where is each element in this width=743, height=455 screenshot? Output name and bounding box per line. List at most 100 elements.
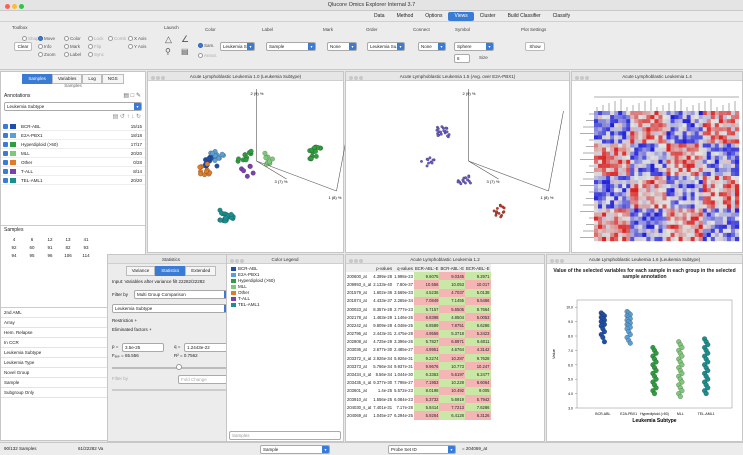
pca-point[interactable]	[440, 125, 444, 129]
checkbox-icon[interactable]	[3, 160, 8, 165]
pca-point[interactable]	[464, 176, 468, 180]
table-header[interactable]: q-values	[393, 264, 414, 273]
table-row[interactable]: 203434_s_at 8.56e-34 1.044e-30 6.3363 5.6197…	[346, 370, 491, 379]
pca-point[interactable]	[499, 204, 502, 208]
radio-info[interactable]: Info	[38, 44, 52, 50]
pca-point[interactable]	[313, 148, 318, 154]
checkbox-icon[interactable]	[3, 151, 8, 156]
table-row[interactable]: 202242_at 9.809e-28 4.048e-25 6.8589 7.8751 6…	[346, 321, 491, 330]
pca-point[interactable]	[445, 130, 449, 134]
sample-cell[interactable]: 13	[60, 236, 76, 242]
group-row[interactable]: T-ALL 8/14	[1, 167, 145, 176]
pca-point[interactable]	[244, 173, 250, 179]
chart-point[interactable]	[677, 393, 683, 399]
pca-point[interactable]	[442, 129, 446, 133]
color-select[interactable]: Leukemia S... ▾	[220, 42, 255, 51]
line-launch-icon[interactable]: ∠	[181, 34, 189, 45]
fold-slider[interactable]	[112, 389, 230, 391]
pca-point[interactable]	[459, 182, 463, 186]
legend-select[interactable]: Samples	[229, 431, 341, 440]
scatter-launch-icon[interactable]: △	[165, 34, 172, 45]
group-row[interactable]: TEL-AML1 20/20	[1, 176, 145, 185]
sample-cell[interactable]: 92	[6, 244, 22, 250]
checkbox-icon[interactable]	[3, 178, 8, 183]
group-tools-icon[interactable]: ▤ ↺ ↑ ↓ ↻	[1, 112, 145, 122]
table-header[interactable]: BCR-ABL:-E	[413, 264, 440, 273]
pca-point[interactable]	[262, 150, 268, 156]
group-row[interactable]: E2A-PBX1 18/18	[1, 131, 145, 140]
annotation-tools-icon[interactable]: ▤ □ ✎	[123, 91, 141, 101]
bar-launch-icon[interactable]: ▤	[181, 47, 189, 56]
radio-color[interactable]: Color	[64, 36, 81, 42]
pca-point[interactable]	[497, 211, 501, 215]
pca-point[interactable]	[210, 150, 215, 156]
symbol-select[interactable]: Sphere ▾	[454, 42, 494, 51]
add-icon[interactable]: +	[149, 327, 152, 332]
table-row[interactable]: 203601_at 1.4e-25 5.572e-23 8.0198 10.492 9.0…	[346, 386, 491, 395]
pca-point[interactable]	[492, 209, 496, 213]
pca-point[interactable]	[313, 153, 319, 159]
minimize-icon[interactable]	[12, 4, 17, 9]
p-slider[interactable]	[112, 367, 230, 369]
close-icon[interactable]	[5, 4, 10, 9]
table-header[interactable]	[346, 264, 373, 273]
sample-cell[interactable]: 95	[24, 252, 40, 258]
pca-point[interactable]	[431, 158, 435, 162]
table-row[interactable]: 203372_s_at 2.926e-34 5.926e-31 9.2274 10.28…	[346, 354, 491, 363]
eliminated-row[interactable]: Eliminated factors +	[108, 325, 234, 334]
pca-point[interactable]	[499, 215, 503, 219]
chart-point[interactable]	[600, 334, 606, 340]
sample-cell[interactable]: 41	[78, 236, 94, 242]
table-row[interactable]: 203036_at 2.677e-30 2.485e-27 4.9951 4.6764 4…	[346, 345, 491, 355]
pca-point[interactable]	[214, 163, 220, 169]
pca-point[interactable]	[436, 134, 440, 137]
maximize-icon[interactable]	[19, 4, 24, 9]
mark-select[interactable]: None ▾	[327, 42, 357, 51]
pca-point[interactable]	[263, 155, 269, 161]
table-row[interactable]: 202796_at 2.443e-31 2.475e-28 4.9556 5.3718 5…	[346, 329, 491, 338]
radio-yaxis[interactable]: Y Axis	[128, 44, 146, 50]
checkbox-icon[interactable]	[3, 124, 8, 129]
sample-select[interactable]: Sample ▾	[260, 445, 330, 454]
table-row[interactable]: 200600_at 4.399e-28 1.998e-23 9.6075 9.0345 9…	[346, 272, 491, 281]
pca-point[interactable]	[428, 156, 432, 160]
pca-plot-1[interactable]: 2 (9) %3 (7) %1 (8) %	[148, 81, 352, 253]
pca-point[interactable]	[456, 180, 460, 184]
pca-point[interactable]	[420, 159, 423, 163]
chart-point[interactable]	[627, 340, 633, 346]
pca-point[interactable]	[427, 161, 430, 165]
radio-comb[interactable]: Comb	[108, 36, 126, 42]
pca-point[interactable]	[223, 215, 229, 221]
pca-point[interactable]	[495, 207, 499, 210]
show-button[interactable]: Show	[525, 42, 545, 51]
menu-item-data[interactable]: Data	[368, 12, 391, 21]
restriction-row[interactable]: Restriction +	[108, 316, 234, 325]
radio-label[interactable]: Label	[64, 52, 81, 58]
sample-cell[interactable]: 60	[24, 244, 40, 250]
radio-xaxis[interactable]: X Axis	[128, 36, 147, 42]
tree-launch-icon[interactable]: ⚲	[165, 47, 171, 56]
pca-point[interactable]	[204, 168, 209, 174]
tab-log[interactable]: Log	[82, 74, 102, 84]
menu-item-views[interactable]: Views	[448, 12, 474, 21]
table-row[interactable]: 203435_s_at 9.377e-30 7.798e-27 7.1953 10.22…	[346, 378, 491, 387]
add-icon[interactable]: +	[135, 318, 138, 323]
stat-annotation-select[interactable]: Leukemia Subtype▾	[112, 304, 232, 313]
sample-cell[interactable]: 91	[42, 244, 58, 250]
pca-point[interactable]	[502, 210, 506, 214]
table-row[interactable]: 201874_at 4.433e-37 2.265e-34 7.0849 7.1455 6…	[346, 296, 491, 305]
radio-move[interactable]: Move	[38, 36, 55, 42]
annotation-select[interactable]: Leukemia Subtype ▾	[4, 102, 142, 111]
table-row[interactable]: 203910_at 1.556e-25 6.084e-23 5.3732 5.6919 5…	[346, 395, 491, 404]
sample-cell[interactable]: 94	[6, 252, 22, 258]
sample-cell[interactable]: 4	[6, 236, 22, 242]
pca-point[interactable]	[308, 156, 314, 161]
pca-point[interactable]	[495, 210, 499, 214]
tab-ngs[interactable]: NGS	[101, 74, 124, 84]
fold-change-select[interactable]: Fold Change	[178, 375, 230, 384]
pca-point[interactable]	[247, 164, 253, 169]
size-stepper[interactable]: 6	[454, 54, 470, 63]
pca-point[interactable]	[250, 170, 256, 176]
connect-select[interactable]: None ▾	[418, 42, 446, 51]
pca-point[interactable]	[494, 213, 498, 217]
